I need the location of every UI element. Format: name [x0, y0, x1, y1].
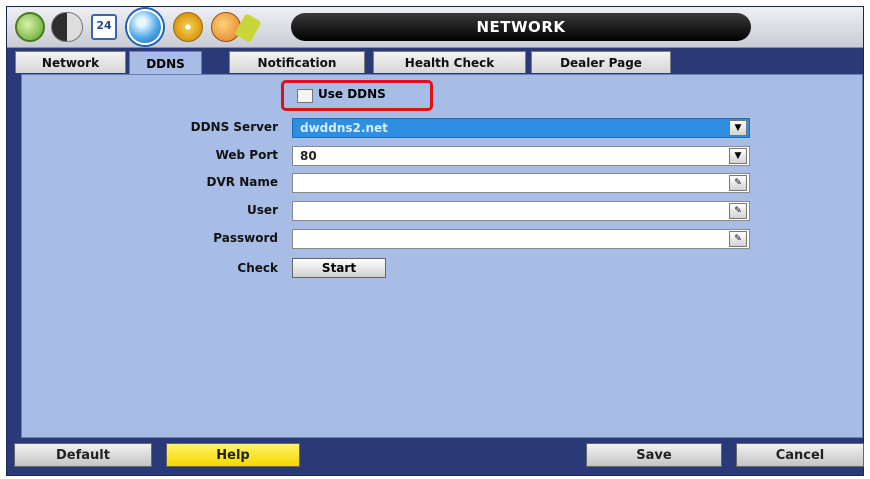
title-bar: 24 NETWORK [7, 7, 863, 48]
edit-pencil-icon[interactable]: ✎ [729, 231, 747, 247]
ddns-server-label: DDNS Server [190, 120, 278, 134]
ddns-server-select[interactable]: dwddns2.net ▼ [292, 118, 750, 138]
dvr-name-input[interactable]: ✎ [292, 173, 750, 193]
help-button[interactable]: Help [166, 443, 300, 467]
web-port-select[interactable]: 80 ▼ [292, 146, 750, 166]
chevron-down-icon[interactable]: ▼ [729, 120, 747, 136]
tab-dealer-page[interactable]: Dealer Page [531, 51, 671, 73]
tab-health-check[interactable]: Health Check [373, 51, 526, 73]
edit-pencil-icon[interactable]: ✎ [729, 175, 747, 191]
web-port-value: 80 [300, 149, 317, 163]
use-ddns-label[interactable]: Use DDNS [318, 87, 386, 101]
window-title: NETWORK [291, 13, 751, 41]
start-check-button[interactable]: Start [292, 258, 386, 278]
record-settings-icon[interactable] [51, 12, 83, 42]
password-input[interactable]: ✎ [292, 229, 750, 249]
user-label: User [247, 203, 278, 217]
check-label: Check [237, 261, 278, 275]
user-input[interactable]: ✎ [292, 201, 750, 221]
chevron-down-icon[interactable]: ▼ [729, 148, 747, 164]
password-label: Password [213, 231, 278, 245]
dvr-name-label: DVR Name [206, 175, 278, 189]
disc-backup-icon[interactable] [173, 12, 203, 42]
tab-network[interactable]: Network [15, 51, 126, 73]
tab-notification[interactable]: Notification [229, 51, 365, 73]
use-ddns-checkbox[interactable] [297, 89, 313, 103]
ddns-server-value: dwddns2.net [300, 121, 388, 135]
tools-icon[interactable] [211, 12, 241, 42]
default-button[interactable]: Default [14, 443, 152, 467]
web-port-label: Web Port [215, 148, 278, 162]
system-settings-icon[interactable] [15, 12, 45, 42]
edit-pencil-icon[interactable]: ✎ [729, 203, 747, 219]
tab-ddns[interactable]: DDNS [129, 51, 202, 76]
network-globe-icon[interactable] [127, 9, 163, 45]
save-button[interactable]: Save [586, 443, 722, 467]
cancel-button[interactable]: Cancel [736, 443, 864, 467]
calendar-icon[interactable]: 24 [91, 14, 117, 40]
